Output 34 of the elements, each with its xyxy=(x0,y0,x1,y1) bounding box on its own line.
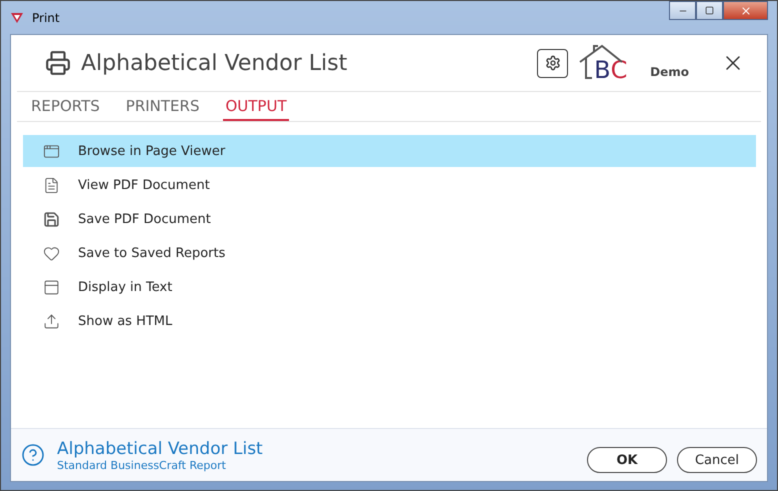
tab[interactable]: REPORTS xyxy=(29,92,102,121)
maximize-button[interactable] xyxy=(696,1,723,20)
app-logo-icon xyxy=(10,11,24,24)
window-icon xyxy=(43,142,60,160)
output-option[interactable]: Show as HTML xyxy=(23,305,756,337)
ok-button[interactable]: OK xyxy=(587,447,667,473)
printer-icon xyxy=(45,50,71,76)
minimize-button[interactable] xyxy=(669,1,696,20)
upload-icon xyxy=(43,312,60,330)
tab[interactable]: OUTPUT xyxy=(223,92,289,121)
cancel-button[interactable]: Cancel xyxy=(677,447,757,473)
window-title: Print xyxy=(32,10,60,24)
house-icon xyxy=(578,44,624,80)
output-option[interactable]: Display in Text xyxy=(23,271,756,303)
output-option[interactable]: Save to Saved Reports xyxy=(23,237,756,269)
logo-letter: B xyxy=(594,58,611,82)
save-icon xyxy=(43,210,60,228)
footer-subtitle: Standard BusinessCraft Report xyxy=(57,458,227,472)
footer-title: Alphabetical Vendor List xyxy=(57,438,263,458)
logo-letter: C xyxy=(610,58,628,82)
output-option[interactable]: Browse in Page Viewer xyxy=(23,135,756,167)
report-title: Alphabetical Vendor List xyxy=(81,50,348,76)
output-option[interactable]: View PDF Document xyxy=(23,169,756,201)
panel-icon xyxy=(43,278,60,296)
settings-icon xyxy=(544,55,561,71)
document-icon xyxy=(43,176,60,194)
output-option[interactable]: Save PDF Document xyxy=(23,203,756,235)
demo-label: Demo xyxy=(650,65,689,79)
tab[interactable]: PRINTERS xyxy=(124,92,202,121)
help-icon[interactable] xyxy=(21,443,45,467)
settings-button[interactable] xyxy=(537,48,568,78)
maximize-icon xyxy=(705,6,714,15)
close-icon xyxy=(740,4,752,16)
heart-icon xyxy=(43,244,60,262)
